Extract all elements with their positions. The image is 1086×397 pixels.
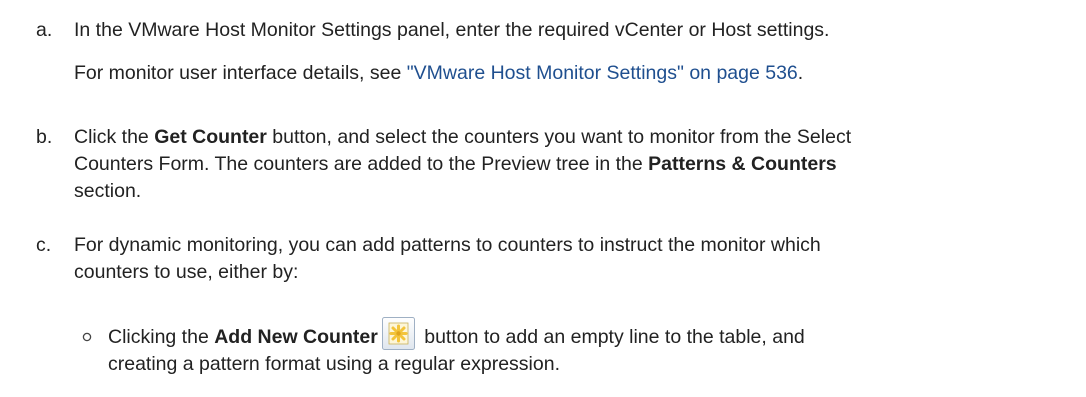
step-a-text: In the VMware Host Monitor Settings pane… [74, 19, 830, 41]
step-b-l1-pre: Click the [74, 126, 155, 148]
sub-bullet-line-1: Clicking the Add New Counter button to a… [108, 317, 805, 351]
step-b-marker: b. [36, 126, 53, 148]
step-a-note-suffix: . [797, 62, 804, 84]
hollow-bullet-icon [82, 332, 92, 342]
step-c-line-2: counters to use, either by: [74, 261, 299, 283]
sub-bullet-line-2: creating a pattern format using a regula… [108, 353, 560, 375]
sub-bullet-post: button to add an empty line to the table… [418, 326, 805, 348]
sub-bullet-pre: Clicking the [108, 326, 215, 348]
step-a-note-prefix: For monitor user interface details, see [74, 62, 407, 84]
step-c: c. For dynamic monitoring, you can add p… [36, 232, 1076, 286]
get-counter-label: Get Counter [154, 126, 267, 148]
step-b-line-3: section. [74, 180, 142, 202]
step-c-marker: c. [36, 234, 52, 256]
step-a-note: For monitor user interface details, see … [74, 60, 1076, 87]
add-new-counter-icon[interactable] [381, 317, 415, 351]
step-b-line-1: Click the Get Counter button, and select… [74, 124, 1076, 151]
step-a-marker: a. [36, 19, 53, 41]
step-a: a. In the VMware Host Monitor Settings p… [36, 17, 1076, 87]
step-b-l2-pre: Counters Form. The counters are added to… [74, 153, 649, 175]
add-new-counter-label: Add New Counter [214, 326, 378, 348]
vmware-host-monitor-settings-link[interactable]: "VMware Host Monitor Settings" on page 5… [407, 62, 798, 84]
step-c-line-1: For dynamic monitoring, you can add patt… [74, 234, 821, 256]
step-b-line-2: Counters Form. The counters are added to… [74, 151, 1076, 178]
step-b-l1-post: button, and select the counters you want… [266, 126, 852, 148]
patterns-counters-label: Patterns & Counters [648, 153, 837, 175]
step-b: b. Click the Get Counter button, and sel… [36, 124, 1076, 205]
